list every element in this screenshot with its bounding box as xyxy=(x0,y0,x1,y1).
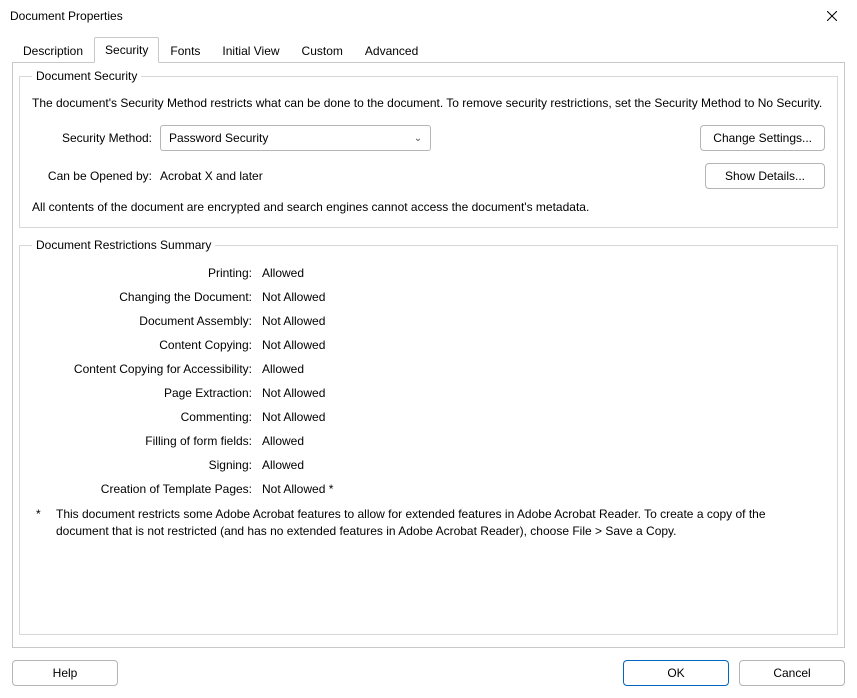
restriction-label: Page Extraction: xyxy=(32,386,252,400)
tab-fonts[interactable]: Fonts xyxy=(159,38,211,63)
tab-description[interactable]: Description xyxy=(12,38,94,63)
restrictions-list: Printing: Allowed Changing the Document:… xyxy=(32,266,825,496)
opened-by-label: Can be Opened by: xyxy=(32,169,152,183)
restriction-label: Printing: xyxy=(32,266,252,280)
restriction-value: Not Allowed xyxy=(262,314,825,328)
window-title: Document Properties xyxy=(10,9,123,23)
tab-custom[interactable]: Custom xyxy=(291,38,354,63)
restriction-label: Changing the Document: xyxy=(32,290,252,304)
restrictions-legend: Document Restrictions Summary xyxy=(32,238,215,252)
encryption-note: All contents of the document are encrypt… xyxy=(32,199,825,215)
dialog-content: Description Security Fonts Initial View … xyxy=(0,30,857,648)
cancel-button[interactable]: Cancel xyxy=(739,660,845,686)
change-settings-button[interactable]: Change Settings... xyxy=(700,125,825,151)
security-method-value: Password Security xyxy=(169,131,268,145)
restriction-label: Filling of form fields: xyxy=(32,434,252,448)
document-security-legend: Document Security xyxy=(32,69,141,83)
restriction-label: Signing: xyxy=(32,458,252,472)
restriction-value: Not Allowed xyxy=(262,410,825,424)
titlebar: Document Properties xyxy=(0,0,857,30)
tab-panel-security: Document Security The document's Securit… xyxy=(12,62,845,648)
show-details-button[interactable]: Show Details... xyxy=(705,163,825,189)
restriction-label: Content Copying: xyxy=(32,338,252,352)
restriction-label: Content Copying for Accessibility: xyxy=(32,362,252,376)
tab-advanced[interactable]: Advanced xyxy=(354,38,429,63)
restriction-label: Document Assembly: xyxy=(32,314,252,328)
dialog-footer: Help OK Cancel xyxy=(0,648,857,698)
restriction-value: Allowed xyxy=(262,362,825,376)
restriction-value: Allowed xyxy=(262,458,825,472)
restrictions-group: Document Restrictions Summary Printing: … xyxy=(19,238,838,635)
footnote-text: This document restricts some Adobe Acrob… xyxy=(56,506,821,538)
tab-initial-view[interactable]: Initial View xyxy=(211,38,290,63)
restriction-value: Not Allowed xyxy=(262,290,825,304)
restriction-value: Not Allowed * xyxy=(262,482,825,496)
security-method-label: Security Method: xyxy=(32,131,152,145)
chevron-down-icon: ⌄ xyxy=(414,133,422,144)
restriction-value: Allowed xyxy=(262,434,825,448)
restriction-value: Not Allowed xyxy=(262,338,825,352)
security-method-row: Security Method: Password Security ⌄ Cha… xyxy=(32,125,825,151)
close-button[interactable] xyxy=(817,6,847,26)
tab-security[interactable]: Security xyxy=(94,37,159,63)
opened-by-row: Can be Opened by: Acrobat X and later Sh… xyxy=(32,163,825,189)
ok-button[interactable]: OK xyxy=(623,660,729,686)
close-icon xyxy=(827,11,837,21)
footnote-marker: * xyxy=(36,506,46,538)
opened-by-value: Acrobat X and later xyxy=(160,169,263,183)
restriction-value: Allowed xyxy=(262,266,825,280)
tab-strip: Description Security Fonts Initial View … xyxy=(12,36,845,62)
restriction-label: Commenting: xyxy=(32,410,252,424)
document-security-group: Document Security The document's Securit… xyxy=(19,69,838,228)
security-method-select[interactable]: Password Security ⌄ xyxy=(160,125,431,151)
security-description: The document's Security Method restricts… xyxy=(32,95,825,111)
restrictions-footnote: * This document restricts some Adobe Acr… xyxy=(32,506,825,538)
restriction-value: Not Allowed xyxy=(262,386,825,400)
restriction-label: Creation of Template Pages: xyxy=(32,482,252,496)
help-button[interactable]: Help xyxy=(12,660,118,686)
document-properties-dialog: Document Properties Description Security… xyxy=(0,0,857,698)
